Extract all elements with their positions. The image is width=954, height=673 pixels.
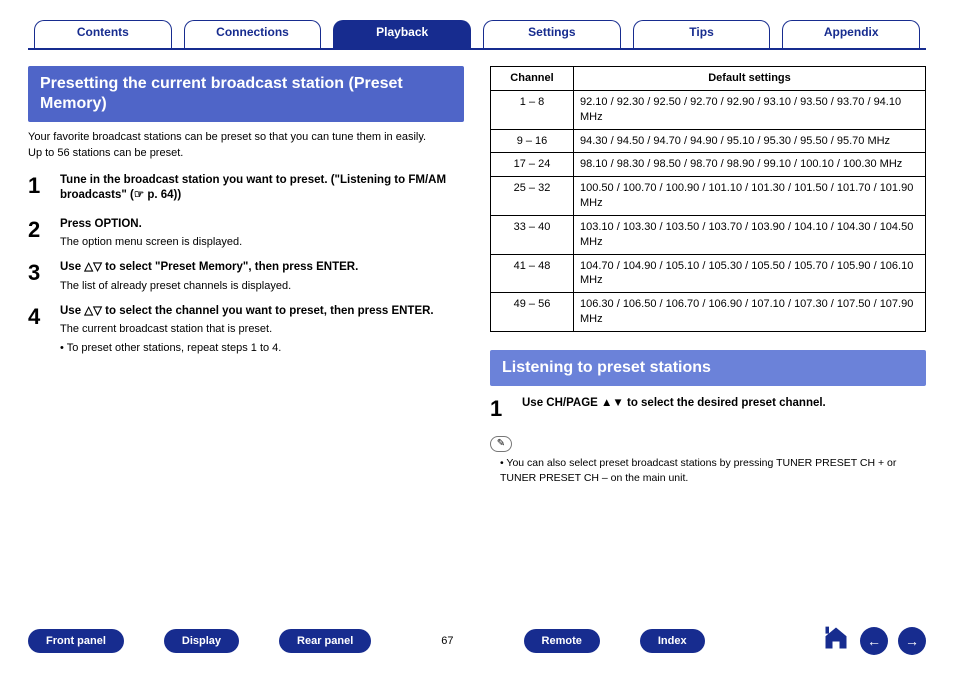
step-number: 4 (28, 304, 46, 356)
section-heading-listening: Listening to preset stations (490, 350, 926, 386)
table-head-default: Default settings (574, 67, 926, 91)
cell-channel: 41 – 48 (491, 254, 574, 293)
step-subtext: The option menu screen is displayed. (60, 235, 464, 250)
note-text: You can also select preset broadcast sta… (500, 456, 926, 485)
step-title: Press OPTION. (60, 217, 464, 233)
cell-channel: 9 – 16 (491, 129, 574, 153)
step-title: Use △▽ to select "Preset Memory", then p… (60, 260, 464, 276)
step-2: 2 Press OPTION. The option menu screen i… (28, 217, 464, 250)
cell-values: 104.70 / 104.90 / 105.10 / 105.30 / 105.… (574, 254, 926, 293)
step-number: 2 (28, 217, 46, 250)
pencil-note-icon: ✎ (490, 436, 512, 452)
step-number: 3 (28, 260, 46, 293)
section-heading-preset-memory: Presetting the current broadcast station… (28, 66, 464, 122)
bottom-bar: Front panel Display Rear panel 67 Remote… (28, 624, 926, 657)
step-4: 4 Use △▽ to select the channel you want … (28, 304, 464, 356)
tab-appendix[interactable]: Appendix (782, 20, 920, 48)
step-number: 1 (490, 396, 508, 422)
top-tabs: Contents Connections Playback Settings T… (28, 20, 926, 50)
home-icon[interactable] (822, 624, 850, 657)
cell-channel: 33 – 40 (491, 215, 574, 254)
bottom-rear-panel[interactable]: Rear panel (279, 629, 371, 653)
step-title: Use CH/PAGE ▲▼ to select the desired pre… (522, 396, 926, 412)
step-subtext: The current broadcast station that is pr… (60, 322, 464, 337)
bottom-display[interactable]: Display (164, 629, 239, 653)
table-head-channel: Channel (491, 67, 574, 91)
step-3: 3 Use △▽ to select "Preset Memory", then… (28, 260, 464, 293)
cell-channel: 25 – 32 (491, 177, 574, 216)
preset-defaults-table: Channel Default settings 1 – 892.10 / 92… (490, 66, 926, 332)
table-row: 25 – 32100.50 / 100.70 / 100.90 / 101.10… (491, 177, 926, 216)
bottom-front-panel[interactable]: Front panel (28, 629, 124, 653)
page-number: 67 (441, 635, 453, 647)
cell-values: 103.10 / 103.30 / 103.50 / 103.70 / 103.… (574, 215, 926, 254)
tab-contents[interactable]: Contents (34, 20, 172, 48)
intro-text-1: Your favorite broadcast stations can be … (28, 130, 464, 145)
bottom-remote[interactable]: Remote (524, 629, 600, 653)
left-column: Presetting the current broadcast station… (28, 66, 464, 485)
prev-page-icon[interactable]: ← (860, 627, 888, 655)
tab-playback[interactable]: Playback (333, 20, 471, 48)
step-1: 1 Tune in the broadcast station you want… (28, 173, 464, 207)
cell-values: 94.30 / 94.50 / 94.70 / 94.90 / 95.10 / … (574, 129, 926, 153)
cell-values: 100.50 / 100.70 / 100.90 / 101.10 / 101.… (574, 177, 926, 216)
bottom-index[interactable]: Index (640, 629, 705, 653)
table-row: 1 – 892.10 / 92.30 / 92.50 / 92.70 / 92.… (491, 90, 926, 129)
step-subtext: The list of already preset channels is d… (60, 279, 464, 294)
next-page-icon[interactable]: → (898, 627, 926, 655)
cell-channel: 1 – 8 (491, 90, 574, 129)
table-row: 17 – 2498.10 / 98.30 / 98.50 / 98.70 / 9… (491, 153, 926, 177)
table-row: 9 – 1694.30 / 94.50 / 94.70 / 94.90 / 95… (491, 129, 926, 153)
cell-values: 92.10 / 92.30 / 92.50 / 92.70 / 92.90 / … (574, 90, 926, 129)
listen-step-1: 1 Use CH/PAGE ▲▼ to select the desired p… (490, 396, 926, 422)
tab-tips[interactable]: Tips (633, 20, 771, 48)
table-row: 49 – 56106.30 / 106.50 / 106.70 / 106.90… (491, 293, 926, 332)
step-title: Tune in the broadcast station you want t… (60, 173, 464, 204)
tab-connections[interactable]: Connections (184, 20, 322, 48)
cell-values: 106.30 / 106.50 / 106.70 / 106.90 / 107.… (574, 293, 926, 332)
cell-channel: 17 – 24 (491, 153, 574, 177)
cell-values: 98.10 / 98.30 / 98.50 / 98.70 / 98.90 / … (574, 153, 926, 177)
cell-channel: 49 – 56 (491, 293, 574, 332)
step-title: Use △▽ to select the channel you want to… (60, 304, 464, 320)
step-bullet: To preset other stations, repeat steps 1… (60, 341, 464, 356)
step-number: 1 (28, 173, 46, 207)
table-row: 41 – 48104.70 / 104.90 / 105.10 / 105.30… (491, 254, 926, 293)
tab-settings[interactable]: Settings (483, 20, 621, 48)
table-row: 33 – 40103.10 / 103.30 / 103.50 / 103.70… (491, 215, 926, 254)
right-column: Channel Default settings 1 – 892.10 / 92… (490, 66, 926, 485)
intro-text-2: Up to 56 stations can be preset. (28, 147, 464, 159)
